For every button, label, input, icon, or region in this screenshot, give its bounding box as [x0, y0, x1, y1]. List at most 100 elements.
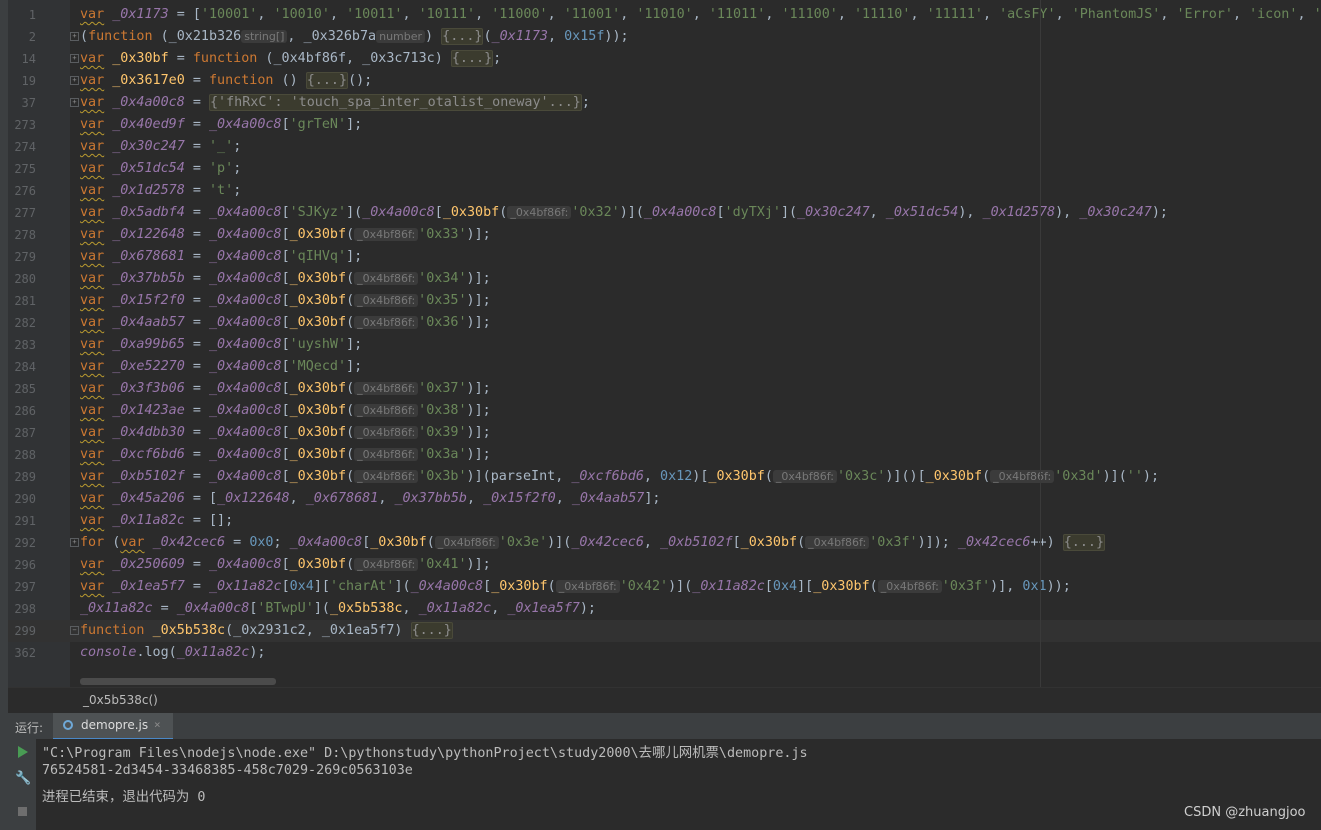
code-line[interactable]: 299 − function _0x5b538c(_0x2931c2, _0x1ea… [8, 620, 1321, 642]
code-token: , [983, 7, 1000, 22]
code-line[interactable]: 286 var _0x1423ae = _0x4a00c8[_0x30bf(_0x… [8, 400, 1321, 422]
code-token: 0x4 [772, 579, 798, 594]
code-line[interactable]: 285 var _0x3f3b06 = _0x4a00c8[_0x30bf(_0x… [8, 378, 1321, 400]
code-line[interactable]: 283 var _0xa99b65 = _0x4a00c8['uyshW']; [8, 334, 1321, 356]
code-line[interactable]: 292 + for (var _0x42cec6 = 0x0; _0x4a00c8[… [8, 532, 1321, 554]
fold-toggle-icon[interactable]: + [70, 76, 79, 85]
code-token: var [80, 249, 105, 264]
code-editor[interactable]: 1 var _0x1173 = ['10001', '10010', '10011… [8, 0, 1321, 687]
code-token: _0x30bf [289, 315, 347, 330]
rerun-icon[interactable] [18, 746, 28, 758]
folded-region[interactable]: {...} [1062, 534, 1106, 551]
code-line[interactable]: 281 var _0x15f2f0 = _0x4a00c8[_0x30bf(_0x… [8, 290, 1321, 312]
code-line[interactable]: 276 var _0x1d2578 = 't'; [8, 180, 1321, 202]
code-line[interactable]: 296 var _0x250609 = _0x4a00c8[_0x30bf(_0x… [8, 554, 1321, 576]
folded-region[interactable]: {...} [450, 50, 494, 67]
code-token: console [80, 645, 137, 660]
code-token: = [184, 73, 209, 88]
code-token: ), [1055, 205, 1080, 220]
fold-toggle-icon[interactable]: + [70, 32, 79, 41]
code-line[interactable]: 280 var _0x37bb5b = _0x4a00c8[_0x30bf(_0x… [8, 268, 1321, 290]
code-token: ; [581, 95, 590, 110]
fold-toggle-icon[interactable]: + [70, 538, 79, 547]
code-line[interactable]: 284 var _0xe52270 = _0x4a00c8['MQecd']; [8, 356, 1321, 378]
code-line[interactable]: 278 var _0x122648 = _0x4a00c8[_0x30bf(_0x… [8, 224, 1321, 246]
right-margin-guide [1040, 0, 1041, 687]
wrench-icon[interactable]: 🔧 [15, 771, 31, 786]
code-token: _0x1423ae [112, 403, 185, 418]
code-token: 'MQecd' [289, 359, 347, 374]
fold-toggle-icon[interactable]: − [70, 626, 79, 635]
code-token: , [257, 7, 274, 22]
code-token: [ [281, 337, 290, 352]
code-line[interactable]: 37 + var _0x4a00c8 = {'fhRxC': 'touch_spa_… [8, 92, 1321, 114]
code-token: '0x3c' [836, 469, 886, 484]
code-token: var [80, 403, 105, 418]
code-line[interactable]: 282 var _0x4aab57 = _0x4a00c8[_0x30bf(_0x… [8, 312, 1321, 334]
code-token: (_0x21b326 [152, 29, 242, 44]
code-token: var [80, 183, 105, 198]
breadcrumb-item[interactable]: _0x5b538c() [83, 693, 158, 707]
code-line[interactable]: 273 var _0x40ed9f = _0x4a00c8['grTeN']; [8, 114, 1321, 136]
code-token: _0x37bb5b [112, 271, 185, 286]
code-line[interactable]: 19 + var _0x3617e0 = function () {...}(); [8, 70, 1321, 92]
close-icon[interactable]: × [154, 718, 161, 731]
run-console[interactable]: 🔧 "C:\Program Files\nodejs\node.exe" D:\… [8, 739, 1321, 830]
code-token: '_' [209, 139, 234, 154]
line-number: 277 [14, 206, 36, 220]
code-token: _0x4a00c8 [362, 205, 435, 220]
code-token: , [1297, 7, 1314, 22]
code-line[interactable]: 298 _0x11a82c = _0x4a00c8['BTwpU'](_0x5b5… [8, 598, 1321, 620]
code-line[interactable]: 277 var _0x5adbf4 = _0x4a00c8['SJKyz'](_0… [8, 202, 1321, 224]
code-token: _0x11a82c [692, 579, 765, 594]
line-number: 292 [14, 536, 36, 550]
line-number: 276 [14, 184, 36, 198]
code-line[interactable]: 291 var _0x11a82c = []; [8, 510, 1321, 532]
code-text: var _0x3617e0 = function () {...}(); [80, 70, 372, 92]
code-line[interactable]: 1 var _0x1173 = ['10001', '10010', '10011… [8, 4, 1321, 26]
code-token: )], [990, 579, 1023, 594]
left-tool-strip [0, 0, 8, 830]
code-line[interactable]: 2 + (function (_0x21b326 string[], _0x326b7… [8, 26, 1321, 48]
code-token: '11011' [708, 7, 766, 22]
folded-region[interactable]: {'fhRxC': 'touch_spa_inter_otalist_onewa… [209, 94, 582, 111]
horizontal-scrollbar[interactable] [80, 678, 276, 685]
folded-region[interactable]: {...} [441, 28, 484, 45]
code-token: _0x4a00c8 [209, 359, 282, 374]
fold-toggle-icon[interactable]: + [70, 98, 79, 107]
code-token: [ [281, 403, 290, 418]
code-token: [ [281, 249, 290, 264]
line-number: 279 [14, 250, 36, 264]
code-token: .log( [136, 645, 177, 660]
folded-region[interactable]: {...} [305, 72, 349, 89]
code-token: ( [346, 227, 355, 242]
code-token: ), [958, 205, 983, 220]
code-token: _0x1ea5f7 [112, 579, 185, 594]
code-line[interactable]: 274 var _0x30c247 = '_'; [8, 136, 1321, 158]
code-line[interactable]: 287 var _0x4dbb30 = _0x4a00c8[_0x30bf(_0x… [8, 422, 1321, 444]
code-line[interactable]: 279 var _0x678681 = _0x4a00c8['qIHVq']; [8, 246, 1321, 268]
code-line[interactable]: 297 var _0x1ea5f7 = _0x11a82c[0x4]['charA… [8, 576, 1321, 598]
code-token: _0xe52270 [112, 359, 185, 374]
code-text: for (var _0x42cec6 = 0x0; _0x4a00c8[_0x3… [80, 532, 1106, 554]
code-text: var _0x4aab57 = _0x4a00c8[_0x30bf(_0x4bf… [80, 312, 491, 334]
fold-toggle-icon[interactable]: + [70, 54, 79, 63]
tab-demopre-js[interactable]: demopre.js × [53, 713, 173, 740]
code-token: = [184, 359, 209, 374]
code-token: _0x30c247 [797, 205, 870, 220]
code-line[interactable]: 290 var _0x45a206 = [_0x122648, _0x678681… [8, 488, 1321, 510]
code-line[interactable]: 14 + var _0x30bf = function (_0x4bf86f, _0… [8, 48, 1321, 70]
code-token: = []; [184, 513, 234, 528]
code-line[interactable]: 362 console.log(_0x11a82c); [8, 642, 1321, 664]
code-token: function [209, 73, 274, 88]
code-token: ]( [780, 205, 798, 220]
code-line[interactable]: 288 var _0xcf6bd6 = _0x4a00c8[_0x30bf(_0x… [8, 444, 1321, 466]
code-token: )]( [547, 535, 572, 550]
folded-region[interactable]: {...} [410, 622, 453, 639]
code-line[interactable]: 275 var _0x51dc54 = 'p'; [8, 158, 1321, 180]
code-line[interactable]: 289 var _0xb5102f = _0x4a00c8[_0x30bf(_0x… [8, 466, 1321, 488]
code-token: , [547, 29, 565, 44]
code-token: ( [764, 469, 773, 484]
code-text: var _0xcf6bd6 = _0x4a00c8[_0x30bf(_0x4bf… [80, 444, 491, 466]
stop-icon[interactable] [18, 807, 27, 816]
